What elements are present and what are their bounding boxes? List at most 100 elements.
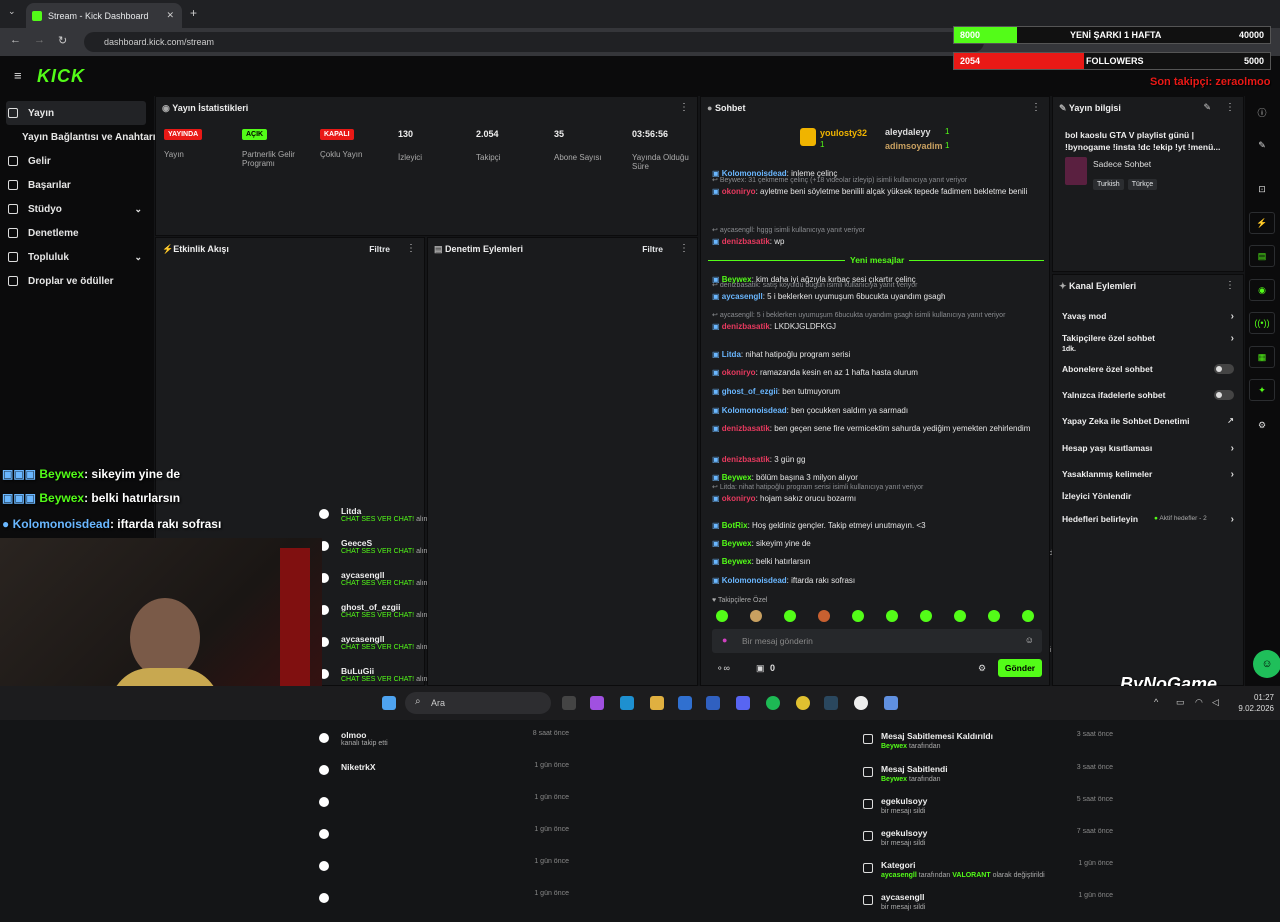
chat-message[interactable]: ↩ Beywex: 31 çekmeme çelinç (+18 videola…	[712, 175, 1042, 197]
volume-icon[interactable]: ◁	[1212, 697, 1219, 708]
bolt-icon[interactable]: ⚡	[1249, 212, 1275, 234]
kick-logo[interactable]: KICK	[37, 66, 85, 87]
chat-message[interactable]: ▣ BotRix: Hoş geldiniz gençler. Takip et…	[712, 520, 1042, 531]
gift-icon[interactable]: ▣	[756, 663, 765, 674]
chat-username[interactable]: Litda	[722, 350, 741, 359]
emote-icon[interactable]	[852, 610, 864, 622]
sidebar-item-stream-key[interactable]: Yayın Bağlantısı ve Anahtarı	[22, 126, 156, 148]
emote-icon[interactable]	[988, 610, 1000, 622]
focus-icon[interactable]: ⊡	[1249, 178, 1275, 200]
redirect-viewers-row[interactable]: İzleyici Yönlendir	[1062, 491, 1234, 513]
chat-username[interactable]: Kolomonoisdead	[722, 406, 787, 415]
sidebar-item-studyo[interactable]: Stüdyo ⌄	[8, 198, 142, 220]
sidebar-item-denetleme[interactable]: Denetleme	[8, 222, 79, 244]
chat-icon[interactable]: ◉	[1249, 279, 1275, 301]
menu-icon[interactable]: ≡	[14, 68, 22, 83]
copilot-icon[interactable]	[590, 696, 604, 710]
mail-icon[interactable]	[706, 696, 720, 710]
chat-username[interactable]: okoniryo	[722, 187, 756, 196]
forward-icon[interactable]: →	[34, 34, 45, 46]
taskbar-search[interactable]: ⌕ Ara	[405, 692, 551, 714]
account-age-row[interactable]: Hesap yaşı kısıtlaması ›	[1062, 443, 1234, 465]
wifi-icon[interactable]: ◠	[1195, 697, 1203, 708]
chat-username[interactable]: ghost_of_ezgii	[722, 387, 778, 396]
emote-icon[interactable]	[750, 610, 762, 622]
chat-message[interactable]: ▣ okoniryo: ramazanda kesin en az 1 haft…	[712, 367, 1042, 378]
task-view-icon[interactable]	[562, 696, 576, 710]
document-icon[interactable]: ▤	[1249, 245, 1275, 267]
edge-icon[interactable]	[620, 696, 634, 710]
chat-username[interactable]: Beywex	[722, 557, 752, 566]
emote-only-row[interactable]: Yalnızca ifadelerle sohbet	[1062, 390, 1234, 412]
sidebar-item-gelir[interactable]: Gelir	[8, 150, 51, 172]
close-icon[interactable]: ✕	[166, 10, 174, 21]
gear-icon[interactable]: ⚙	[978, 663, 986, 674]
top-user-name[interactable]: aleydaleyy	[885, 127, 931, 137]
pencil-icon[interactable]: ✎	[1249, 134, 1275, 156]
back-icon[interactable]: ←	[10, 34, 21, 46]
emote-icon[interactable]	[954, 610, 966, 622]
infinity-icon[interactable]: ⚬∞	[716, 663, 730, 674]
chat-message[interactable]: ▣ Kolomonoisdead: ben çocukken saldım ya…	[712, 405, 1042, 416]
spotify-icon[interactable]	[766, 696, 780, 710]
emote-icon[interactable]	[716, 610, 728, 622]
emote-icon[interactable]	[886, 610, 898, 622]
set-goals-row[interactable]: Hedefleri belirleyin ● Aktif hedefler - 2…	[1062, 514, 1234, 536]
sidebar-item-topluluk[interactable]: Topluluk ⌄	[8, 246, 142, 268]
activity-row[interactable]: 1 gün önce	[319, 858, 569, 888]
banned-words-row[interactable]: Yasaklanmış kelimeler ›	[1062, 469, 1234, 491]
new-tab-button[interactable]: +	[190, 6, 197, 20]
chat-message[interactable]: ▣ denizbasatik: ben geçen sene fire verm…	[712, 423, 1042, 434]
emote-icon[interactable]	[784, 610, 796, 622]
activity-row[interactable]: 1 gün önce	[319, 890, 569, 920]
edit-icon[interactable]: ✎	[1203, 102, 1211, 113]
more-icon[interactable]: ⋮	[1031, 102, 1041, 113]
clock-date[interactable]: 9.02.2026	[1230, 704, 1274, 713]
list-icon[interactable]: ▦	[1249, 346, 1275, 368]
help-button[interactable]: ☺	[1253, 650, 1280, 678]
radio-icon[interactable]: ((•))	[1249, 312, 1275, 334]
chrome-icon[interactable]	[796, 696, 810, 710]
emote-icon[interactable]	[818, 610, 830, 622]
chat-username[interactable]: Beywex	[722, 539, 752, 548]
chat-message[interactable]: ▣ denizbasatik: 3 gün gg	[712, 454, 1042, 465]
url-field[interactable]: dashboard.kick.com/stream	[84, 32, 984, 52]
more-icon[interactable]: ⋮	[1225, 280, 1235, 291]
top-user-name[interactable]: adimsoyadim	[885, 141, 943, 151]
reload-icon[interactable]: ↻	[58, 34, 67, 47]
activity-row[interactable]: NiketrkX 1 gün önce	[319, 762, 569, 792]
subscribers-only-row[interactable]: Abonelere özel sohbet	[1062, 364, 1234, 386]
followers-only-row[interactable]: Takipçilere özel sohbet 1dk. ›	[1062, 333, 1234, 359]
more-icon[interactable]: ⋮	[679, 102, 689, 113]
chat-message[interactable]: ↩ aycasengll: 5 i beklerken uyumuşum 6bu…	[712, 310, 1042, 332]
chat-message[interactable]: ▣ Beywex: sikeyim yine de	[712, 538, 1042, 549]
chat-username[interactable]: denizbasatik	[722, 322, 770, 331]
network-icon[interactable]: ▭	[1176, 697, 1185, 708]
discord-icon[interactable]	[736, 696, 750, 710]
chat-username[interactable]: BotRix	[722, 521, 748, 530]
file-explorer-icon[interactable]	[650, 696, 664, 710]
subscribers-only-toggle[interactable]	[1214, 364, 1234, 374]
chat-username[interactable]: denizbasatik	[722, 424, 770, 433]
top-user-name[interactable]: youlosty32	[820, 128, 867, 138]
app-icon[interactable]	[884, 696, 898, 710]
activity-row[interactable]: 1 gün önce	[319, 794, 569, 824]
tab-list-icon[interactable]: ⌄	[8, 6, 16, 17]
obs-icon[interactable]	[854, 696, 868, 710]
chat-username[interactable]: denizbasatik	[722, 237, 770, 246]
clock-time[interactable]: 01:27	[1234, 693, 1274, 702]
chat-message[interactable]: ▣ Kolomonoisdead: iftarda rakı sofrası	[712, 575, 1042, 586]
chat-input[interactable]: ● Bir mesaj gönderin ☺	[712, 629, 1042, 653]
chat-message[interactable]: ↩ Litda: nihat hatipoğlu program serisi …	[712, 482, 1042, 504]
chat-message[interactable]: ▣ Beywex: belki hatırlarsın	[712, 556, 1042, 567]
wrench-icon[interactable]: ✦	[1249, 379, 1275, 401]
activity-row[interactable]: olmoo kanalı takip etti 8 saat önce	[319, 730, 569, 760]
more-icon[interactable]: ⋮	[406, 243, 416, 254]
emoji-icon[interactable]: ☺	[1025, 635, 1034, 645]
sidebar-item-yayin[interactable]: Yayın	[8, 102, 54, 124]
sidebar-item-basarilar[interactable]: Başarılar	[8, 174, 71, 196]
chat-message[interactable]: ▣ Litda: nihat hatipoğlu program serisi	[712, 349, 1042, 360]
store-icon[interactable]	[678, 696, 692, 710]
tray-chevron-icon[interactable]: ^	[1154, 697, 1158, 707]
chat-message[interactable]: ↩ aycasengll: hggg isimli kullanıcıya ya…	[712, 225, 1042, 247]
